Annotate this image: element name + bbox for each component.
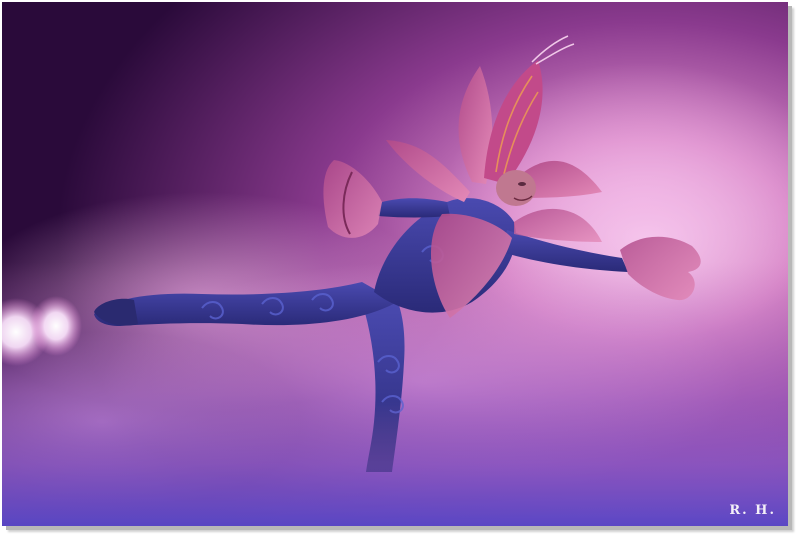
watermark-initials: R. H. <box>729 503 776 518</box>
photo-frame: R. H. <box>2 2 788 526</box>
skater-photo <box>2 2 788 526</box>
floor-fog <box>2 402 788 526</box>
